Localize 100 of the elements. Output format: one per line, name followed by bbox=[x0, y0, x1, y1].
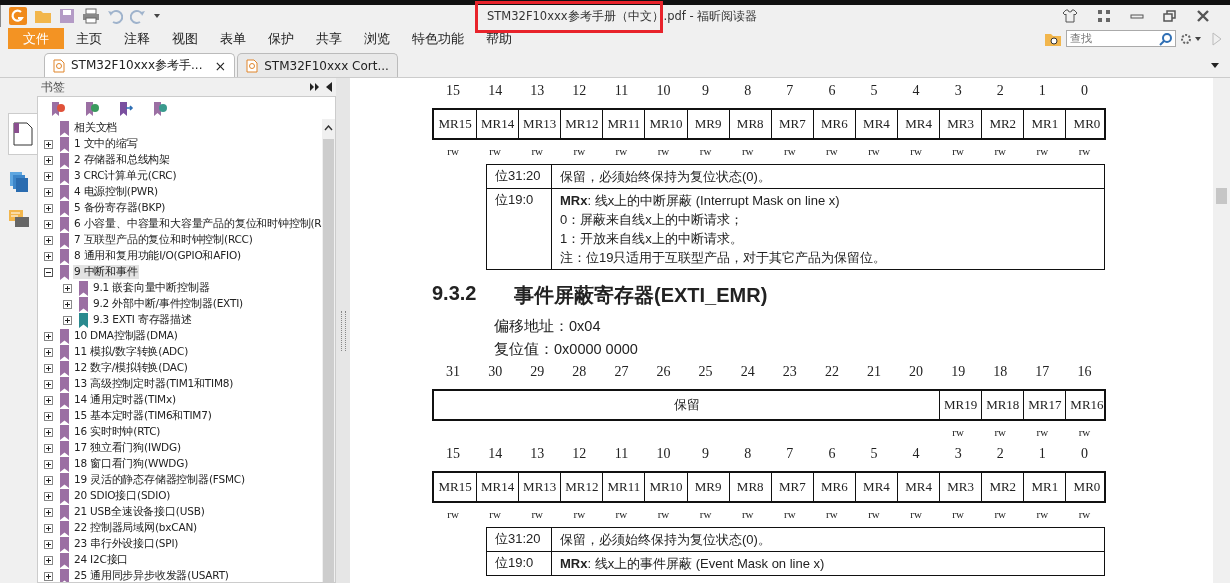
bookmark-item[interactable]: 4 电源控制(PWR) bbox=[73, 185, 160, 199]
ribbon-tab[interactable]: 主页 bbox=[68, 28, 110, 49]
ribbon-tab[interactable]: 保护 bbox=[260, 28, 302, 49]
bookmark-item[interactable]: 10 DMA控制器(DMA) bbox=[73, 329, 179, 343]
bookmark-item[interactable]: 6 小容量、中容量和大容量产品的复位和时钟控制(R bbox=[73, 217, 322, 231]
move-bookmark-icon[interactable] bbox=[118, 101, 134, 117]
bit-number: 30 bbox=[487, 363, 504, 381]
caret-icon[interactable] bbox=[1210, 61, 1220, 69]
expand-toggle[interactable] bbox=[44, 267, 53, 277]
tab-close-button[interactable]: × bbox=[214, 57, 227, 74]
layers-icon[interactable] bbox=[8, 171, 29, 193]
bookmark-item[interactable]: 5 备份寄存器(BKP) bbox=[73, 201, 167, 215]
delete-bookmark-icon[interactable] bbox=[50, 101, 66, 117]
expand-toggle[interactable] bbox=[44, 507, 53, 517]
restore-icon[interactable] bbox=[1163, 9, 1177, 23]
grid-icon[interactable] bbox=[1097, 9, 1111, 23]
bookmark-item[interactable]: 相关文档 bbox=[73, 121, 119, 135]
bookmark-item[interactable]: 2 存储器和总线构架 bbox=[73, 153, 172, 167]
scrollbar-thumb[interactable] bbox=[323, 139, 334, 582]
expand-toggle[interactable] bbox=[44, 395, 53, 405]
expand-toggle[interactable] bbox=[44, 347, 53, 357]
expand-toggle[interactable] bbox=[44, 155, 53, 165]
expand-toggle[interactable] bbox=[44, 491, 53, 501]
ribbon-tab[interactable]: 帮助 bbox=[478, 28, 520, 49]
bookmark-item[interactable]: 22 控制器局域网(bxCAN) bbox=[73, 521, 198, 535]
bookmark-item[interactable]: 12 数字/模拟转换(DAC) bbox=[73, 361, 189, 375]
expand-toggle[interactable] bbox=[44, 555, 53, 565]
search-field[interactable]: 查找 bbox=[1066, 30, 1176, 47]
expand-toggle[interactable] bbox=[63, 315, 72, 325]
expand-toggle[interactable] bbox=[44, 203, 53, 213]
bookmark-item[interactable]: 23 串行外设接口(SPI) bbox=[73, 537, 180, 551]
search-icon[interactable] bbox=[1159, 32, 1173, 46]
ribbon-tab[interactable]: 浏览 bbox=[356, 28, 398, 49]
bookmark-item[interactable]: 15 基本定时器(TIM6和TIM7) bbox=[73, 409, 213, 423]
section-number: 9.3.2 bbox=[432, 282, 478, 306]
settings-icon[interactable] bbox=[1180, 31, 1202, 46]
expand-toggle[interactable] bbox=[44, 539, 53, 549]
expand-toggle[interactable] bbox=[44, 139, 53, 149]
bookmark-item[interactable]: 20 SDIO接口(SDIO) bbox=[73, 489, 172, 503]
expand-toggle[interactable] bbox=[44, 459, 53, 469]
expand-toggle[interactable] bbox=[44, 475, 53, 485]
bookmark-item[interactable]: 24 I2C接口 bbox=[73, 553, 130, 567]
document-tab[interactable]: STM32F10xxx参考手... × bbox=[44, 53, 236, 77]
bookmark-item[interactable]: 19 灵活的静态存储器控制器(FSMC) bbox=[73, 473, 246, 487]
ribbon-tab[interactable]: 特色功能 bbox=[404, 28, 472, 49]
expand-toggle[interactable] bbox=[44, 411, 53, 421]
shirt-icon[interactable] bbox=[1062, 9, 1078, 23]
print-icon[interactable] bbox=[82, 8, 100, 24]
caret-icon[interactable] bbox=[153, 12, 161, 20]
access-label: rw bbox=[657, 508, 670, 520]
expand-toggle[interactable] bbox=[44, 523, 53, 533]
scroll-up-icon[interactable] bbox=[324, 125, 333, 131]
bookmark-item[interactable]: 14 通用定时器(TIMx) bbox=[73, 393, 177, 407]
expand-toggle[interactable] bbox=[44, 443, 53, 453]
bookmark-item[interactable]: 1 文中的缩写 bbox=[73, 137, 139, 151]
close-icon[interactable] bbox=[1196, 9, 1210, 23]
ribbon-tab[interactable]: 表单 bbox=[212, 28, 254, 49]
expand-toggle[interactable] bbox=[63, 299, 72, 309]
bookmark-item[interactable]: 9.2 外部中断/事件控制器(EXTI) bbox=[92, 297, 244, 311]
bookmark-item[interactable]: 9 中断和事件 bbox=[73, 265, 139, 279]
expand-toggle[interactable] bbox=[44, 235, 53, 245]
ribbon-tab[interactable]: 注释 bbox=[116, 28, 158, 49]
expand-toggle[interactable] bbox=[44, 427, 53, 437]
expand-panel-icon[interactable] bbox=[310, 83, 320, 91]
expand-toggle[interactable] bbox=[44, 331, 53, 341]
expand-toggle[interactable] bbox=[44, 251, 53, 261]
bookmark-item[interactable]: 8 通用和复用功能I/O(GPIO和AFIO) bbox=[73, 249, 242, 263]
bit-number: 9 bbox=[701, 82, 711, 100]
expand-toggle[interactable] bbox=[44, 571, 53, 581]
add-bookmark-icon[interactable] bbox=[84, 101, 100, 117]
expand-toggle[interactable] bbox=[44, 219, 53, 229]
bookmark-item[interactable]: 11 模拟/数字转换(ADC) bbox=[73, 345, 190, 359]
collapse-bookmark-icon[interactable] bbox=[152, 101, 168, 117]
access-label: rw bbox=[1036, 426, 1049, 438]
bit-number: 31 bbox=[445, 363, 462, 381]
bookmark-item[interactable]: 9.1 嵌套向量中断控制器 bbox=[92, 281, 211, 295]
bookmark-item[interactable]: 13 高级控制定时器(TIM1和TIM8) bbox=[73, 377, 235, 391]
expand-toggle[interactable] bbox=[44, 363, 53, 373]
ribbon-tab[interactable]: 视图 bbox=[164, 28, 206, 49]
splitter-handle[interactable] bbox=[340, 310, 346, 351]
bookmark-item[interactable]: 7 互联型产品的复位和时钟控制(RCC) bbox=[73, 233, 254, 247]
expand-toggle[interactable] bbox=[44, 379, 53, 389]
document-tab[interactable]: STM32F10xxx Cort... bbox=[237, 53, 398, 77]
access-label: rw bbox=[699, 145, 712, 157]
expand-toggle[interactable] bbox=[63, 283, 72, 293]
scrollbar-thumb[interactable] bbox=[1216, 188, 1227, 204]
bookmark-item[interactable]: 25 通用同步异步收发器(USART) bbox=[73, 569, 230, 582]
bookmark-item[interactable]: 18 窗口看门狗(WWDG) bbox=[73, 457, 190, 471]
bookmark-item[interactable]: 17 独立看门狗(IWDG) bbox=[73, 441, 182, 455]
bookmark-item[interactable]: 3 CRC计算单元(CRC) bbox=[73, 169, 178, 183]
expand-toggle[interactable] bbox=[44, 171, 53, 181]
bit-number: 4 bbox=[911, 445, 921, 463]
access-label: rw bbox=[741, 508, 754, 520]
bookmark-item[interactable]: 21 USB全速设备接口(USB) bbox=[73, 505, 206, 519]
bookmark-item[interactable]: 9.3 EXTI 寄存器描述 bbox=[92, 313, 193, 327]
page-tab[interactable] bbox=[7, 113, 38, 155]
collapse-panel-icon[interactable] bbox=[326, 82, 332, 92]
bookmark-item[interactable]: 16 实时时钟(RTC) bbox=[73, 425, 162, 439]
expand-toggle[interactable] bbox=[44, 187, 53, 197]
ribbon-tab[interactable]: 共享 bbox=[308, 28, 350, 49]
